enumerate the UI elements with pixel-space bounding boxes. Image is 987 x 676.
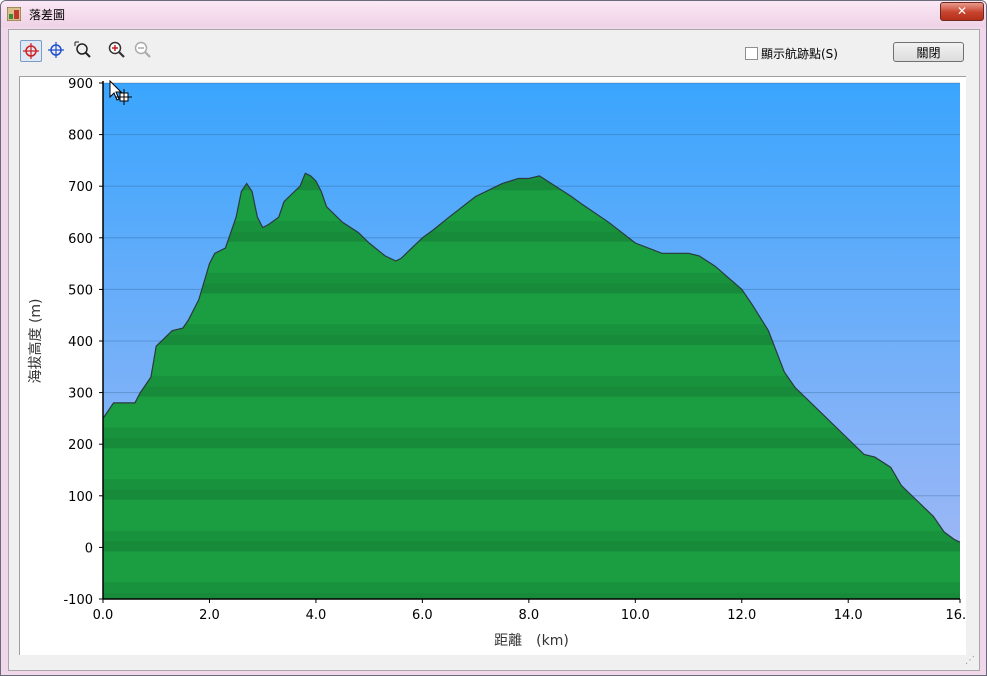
x-tick-label: 6.0	[412, 608, 433, 623]
close-button[interactable]: 關閉	[893, 42, 964, 62]
crosshair-blue-icon	[48, 42, 64, 58]
x-axis-label: 距離 (km)	[494, 632, 569, 649]
window-title: 落差圖	[29, 8, 66, 22]
zoom-region-icon	[74, 41, 91, 58]
y-tick-label: 300	[68, 387, 93, 402]
x-tick-label: 16.1	[946, 608, 966, 623]
y-axis-label: 海拔高度 (m)	[27, 298, 44, 383]
title-bar[interactable]: 落差圖 ✕	[1, 1, 986, 27]
x-tick-label: 4.0	[306, 608, 327, 623]
y-tick-label: 500	[68, 283, 93, 298]
y-tick-label: 700	[68, 180, 93, 195]
zoom-out-icon	[134, 41, 151, 58]
zoom-in-icon	[108, 41, 125, 58]
show-trackpoints-label: 顯示航跡點(S)	[761, 47, 838, 61]
zoom-out-tool[interactable]	[133, 40, 155, 62]
crosshair-red-tool[interactable]	[20, 40, 42, 62]
x-tick-label: 0.0	[93, 608, 114, 623]
zoom-in-tool[interactable]	[107, 40, 129, 62]
zoom-region-tool[interactable]	[73, 40, 95, 62]
crosshair-blue-tool[interactable]	[46, 40, 68, 62]
x-tick-label: 2.0	[199, 608, 220, 623]
y-tick-label: 400	[68, 335, 93, 350]
x-tick-label: 14.0	[834, 608, 863, 623]
checkbox-box[interactable]	[745, 47, 758, 60]
show-trackpoints-checkbox[interactable]: 顯示航跡點(S)	[745, 45, 838, 62]
client-area: 顯示航跡點(S) 關閉 900 800 700 600 500 400 300 …	[8, 29, 980, 671]
plot-panel: 900 800 700 600 500 400 300 200 100 0 -100 0.0 2.0 4.…	[19, 76, 974, 655]
y-tick-label: 600	[68, 232, 93, 247]
x-tick-label: 8.0	[518, 608, 539, 623]
x-tick-label: 12.0	[727, 608, 756, 623]
y-tick-label: 200	[68, 438, 93, 453]
y-tick-label: 100	[68, 490, 93, 505]
y-tick-label: 800	[68, 129, 93, 144]
elevation-profile-window: 落差圖 ✕ 顯示航跡點(S) 關閉 900 800 700 600 500 40…	[0, 0, 987, 676]
y-tick-label: 0	[85, 541, 93, 556]
crosshair-red-icon	[23, 43, 39, 59]
resize-grip-icon[interactable]: ⋰	[965, 655, 975, 666]
y-tick-label: -100	[63, 593, 93, 608]
window-close-button[interactable]: ✕	[940, 2, 984, 21]
app-icon	[7, 7, 21, 21]
x-tick-label: 10.0	[621, 608, 650, 623]
elevation-chart[interactable]: 900 800 700 600 500 400 300 200 100 0 -1000.0 2.0 4.…	[20, 77, 974, 655]
y-tick-label: 900	[68, 77, 93, 92]
